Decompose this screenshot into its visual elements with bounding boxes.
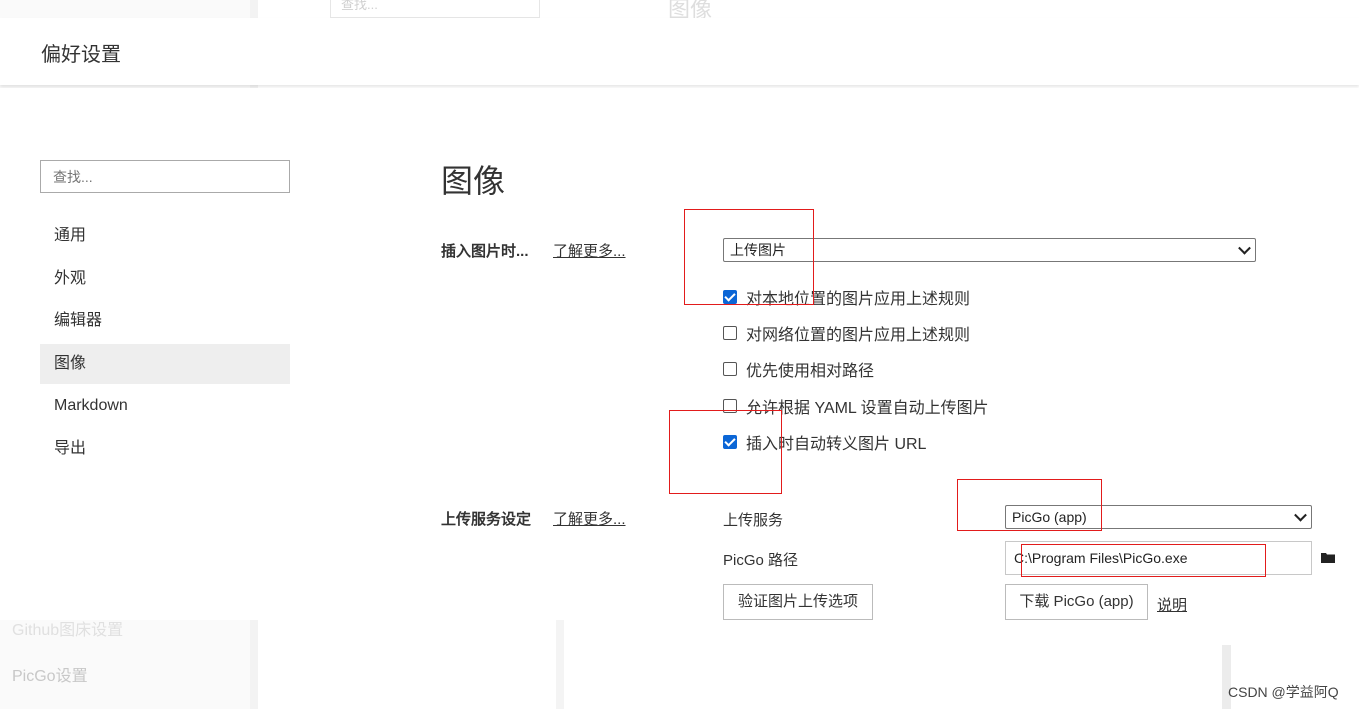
background-picgo-link: PicGo设置 [12, 668, 88, 685]
insert-learn-more-link[interactable]: 了解更多... [553, 240, 626, 261]
download-picgo-button[interactable]: 下载 PicGo (app) [1005, 584, 1148, 620]
sidebar-item-label: 图像 [54, 354, 87, 372]
checkbox[interactable] [723, 326, 737, 340]
sidebar-nav: 通用 外观 编辑器 图像 Markdown 导出 [40, 216, 290, 472]
option-local-images[interactable]: 对本地位置的图片应用上述规则 [723, 287, 971, 308]
upload-learn-more-link[interactable]: 了解更多... [553, 508, 626, 529]
verify-upload-button[interactable]: 验证图片上传选项 [723, 584, 873, 620]
sidebar-item-label: 编辑器 [54, 312, 103, 330]
sidebar-item-general[interactable]: 通用 [40, 216, 290, 256]
sidebar-item-export[interactable]: 导出 [40, 429, 290, 469]
sidebar-item-label: 通用 [54, 227, 87, 244]
background-divider-2 [556, 620, 564, 709]
option-label: 允许根据 YAML 设置自动上传图片 [746, 400, 989, 417]
chevron-down-icon [1294, 508, 1307, 522]
checkbox[interactable] [723, 362, 737, 376]
sidebar-item-markdown[interactable]: Markdown [40, 386, 290, 426]
picgo-path-input[interactable]: C:\Program Files\PicGo.exe [1005, 541, 1312, 575]
watermark: CSDN @学益阿Q [1228, 684, 1339, 700]
option-relative-path[interactable]: 优先使用相对路径 [723, 359, 875, 380]
option-label: 对网络位置的图片应用上述规则 [746, 327, 971, 344]
upload-service-value: PicGo (app) [1012, 509, 1087, 525]
preferences-panel: 通用 外观 编辑器 图像 Markdown 导出 图像 插入图片时... 了解更… [0, 88, 1359, 620]
upload-service-section-label: 上传服务设定 [441, 511, 532, 528]
option-yaml-upload[interactable]: 允许根据 YAML 设置自动上传图片 [723, 396, 989, 417]
picgo-path-label: PicGo 路径 [723, 552, 799, 569]
checkbox-checked[interactable] [723, 290, 737, 304]
option-label: 插入时自动转义图片 URL [746, 436, 927, 453]
insert-action-select[interactable]: 上传图片 [723, 238, 1256, 262]
help-link[interactable]: 说明 [1157, 594, 1187, 615]
sidebar-item-label: 外观 [54, 269, 87, 287]
upload-service-label: 上传服务 [723, 512, 784, 529]
option-label: 优先使用相对路径 [746, 363, 875, 380]
option-network-images[interactable]: 对网络位置的图片应用上述规则 [723, 323, 971, 344]
settings-search-input[interactable] [40, 160, 290, 193]
sidebar-item-label: Markdown [54, 397, 128, 415]
dialog-header: 偏好设置 [0, 18, 1359, 85]
dialog-title: 偏好设置 [41, 44, 121, 66]
sidebar-item-image[interactable]: 图像 [40, 343, 290, 384]
option-escape-url[interactable]: 插入时自动转义图片 URL [723, 432, 927, 453]
sidebar-item-label: 导出 [54, 439, 87, 457]
option-label: 对本地位置的图片应用上述规则 [746, 291, 971, 308]
sidebar-item-editor[interactable]: 编辑器 [40, 301, 290, 341]
page-title: 图像 [441, 163, 506, 199]
folder-icon[interactable] [1321, 552, 1335, 563]
upload-service-select[interactable]: PicGo (app) [1005, 505, 1312, 529]
background-search-input: 查找... [330, 0, 540, 18]
insert-action-value: 上传图片 [730, 242, 786, 258]
sidebar-item-appearance[interactable]: 外观 [40, 259, 290, 299]
chevron-down-icon [1238, 241, 1251, 255]
insert-image-label: 插入图片时... [441, 243, 529, 260]
checkbox-checked[interactable] [723, 435, 737, 449]
checkbox[interactable] [723, 399, 737, 413]
